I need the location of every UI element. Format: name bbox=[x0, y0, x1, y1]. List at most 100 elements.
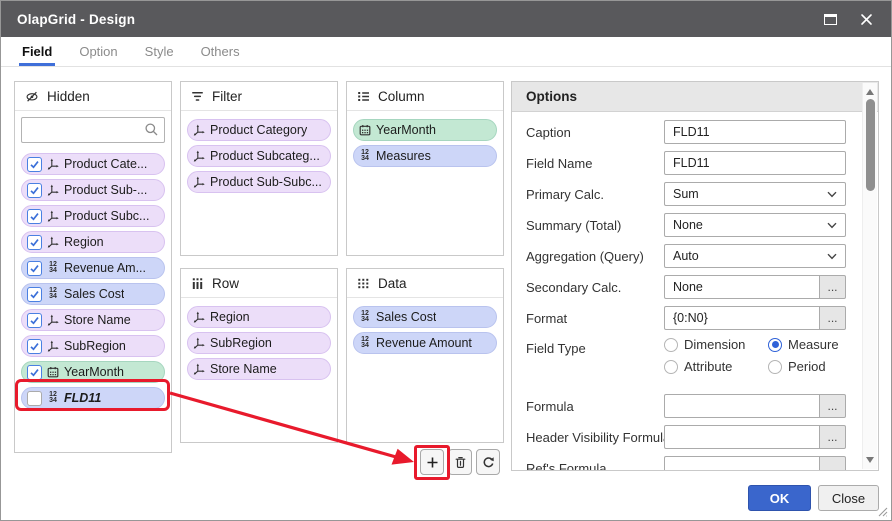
hidden-panel-header: Hidden bbox=[15, 82, 171, 111]
filter-panel-title: Filter bbox=[212, 89, 242, 104]
option-input-field-name[interactable] bbox=[664, 151, 846, 175]
option-input-secondary-calc[interactable] bbox=[664, 275, 820, 299]
option-ellipsis-button-ref-s-formula[interactable]: ... bbox=[819, 456, 846, 471]
option-row-summary-total: Summary (Total)None bbox=[526, 213, 846, 237]
radio-label: Dimension bbox=[684, 337, 745, 352]
hidden-panel: Hidden Product Cate... Product Sub-... Pro… bbox=[14, 81, 172, 453]
option-row-caption: Caption bbox=[526, 120, 846, 144]
refresh-fields-button[interactable] bbox=[476, 449, 500, 475]
field-pill-label: Product Category bbox=[210, 123, 307, 137]
field-checkbox[interactable] bbox=[27, 157, 42, 172]
add-field-button[interactable] bbox=[420, 449, 444, 475]
radio-dimension[interactable]: Dimension bbox=[664, 337, 768, 352]
field-checkbox[interactable] bbox=[27, 391, 42, 406]
field-pill-product-sub[interactable]: Product Sub-... bbox=[21, 179, 165, 201]
option-input-ref-s-formula[interactable] bbox=[664, 456, 820, 471]
scroll-down-icon[interactable] bbox=[866, 457, 874, 463]
option-select-summary-total[interactable]: None bbox=[664, 213, 846, 237]
field-pill-product-sub-subc[interactable]: Product Sub-Subc... bbox=[187, 171, 331, 193]
field-pill-label: Product Subcateg... bbox=[210, 149, 320, 163]
radio-period[interactable]: Period bbox=[768, 359, 839, 374]
option-input-caption[interactable] bbox=[664, 120, 846, 144]
field-pill-region[interactable]: Region bbox=[187, 306, 331, 328]
field-pill-revenue-am[interactable]: 1234Revenue Am... bbox=[21, 257, 165, 279]
dimension-icon bbox=[47, 184, 59, 196]
calendar-icon bbox=[47, 366, 59, 378]
ok-button[interactable]: OK bbox=[748, 485, 811, 511]
options-panel: Options CaptionField NamePrimary Calc.Su… bbox=[511, 81, 879, 471]
field-pill-region[interactable]: Region bbox=[21, 231, 165, 253]
tab-others[interactable]: Others bbox=[201, 37, 240, 66]
radio-label: Attribute bbox=[684, 359, 732, 374]
chevron-down-icon bbox=[827, 222, 837, 229]
maximize-icon bbox=[824, 14, 837, 25]
field-pill-product-subc[interactable]: Product Subc... bbox=[21, 205, 165, 227]
field-checkbox[interactable] bbox=[27, 339, 42, 354]
field-pill-product-cate[interactable]: Product Cate... bbox=[21, 153, 165, 175]
titlebar: OlapGrid - Design bbox=[1, 1, 891, 37]
resize-grip[interactable] bbox=[878, 507, 888, 517]
measure-numbers-icon: 1234 bbox=[359, 150, 371, 163]
option-ellipsis-button-header-visibility-formula[interactable]: ... bbox=[819, 425, 846, 449]
field-pill-label: FLD11 bbox=[64, 391, 101, 405]
field-pill-sales-cost[interactable]: 1234Sales Cost bbox=[21, 283, 165, 305]
option-ellipsis-button-format[interactable]: ... bbox=[819, 306, 846, 330]
option-input-format[interactable] bbox=[664, 306, 820, 330]
field-checkbox[interactable] bbox=[27, 287, 42, 302]
trash-icon bbox=[454, 456, 467, 469]
tab-option[interactable]: Option bbox=[79, 37, 117, 66]
radio-measure[interactable]: Measure bbox=[768, 337, 839, 352]
field-pill-subregion[interactable]: SubRegion bbox=[187, 332, 331, 354]
field-checkbox[interactable] bbox=[27, 209, 42, 224]
option-select-primary-calc[interactable]: Sum bbox=[664, 182, 846, 206]
option-input-header-visibility-formula[interactable] bbox=[664, 425, 820, 449]
data-panel-header: Data bbox=[347, 269, 503, 298]
field-pill-subregion[interactable]: SubRegion bbox=[21, 335, 165, 357]
data-panel-title: Data bbox=[378, 276, 407, 291]
dimension-icon bbox=[193, 311, 205, 323]
row-icon bbox=[191, 277, 204, 290]
field-pill-store-name[interactable]: Store Name bbox=[187, 358, 331, 380]
field-pill-store-name[interactable]: Store Name bbox=[21, 309, 165, 331]
calendar-icon bbox=[359, 124, 371, 136]
field-checkbox[interactable] bbox=[27, 235, 42, 250]
option-label-formula: Formula bbox=[526, 399, 664, 414]
dimension-icon bbox=[47, 236, 59, 248]
scroll-up-icon[interactable] bbox=[866, 89, 874, 95]
field-pill-yearmonth[interactable]: YearMonth bbox=[353, 119, 497, 141]
eye-off-icon bbox=[25, 90, 39, 103]
option-row-ref-s-formula: Ref's Formula... bbox=[526, 456, 846, 471]
tab-style[interactable]: Style bbox=[145, 37, 174, 66]
window-close-button[interactable] bbox=[857, 10, 875, 28]
field-pill-measures[interactable]: 1234Measures bbox=[353, 145, 497, 167]
option-select-value-aggregation-query: Auto bbox=[673, 249, 699, 263]
field-pill-product-subcateg[interactable]: Product Subcateg... bbox=[187, 145, 331, 167]
dimension-icon bbox=[193, 176, 205, 188]
field-pill-yearmonth[interactable]: YearMonth bbox=[21, 361, 165, 383]
field-pill-fld11[interactable]: 1234FLD11 bbox=[21, 387, 165, 409]
close-button[interactable]: Close bbox=[818, 485, 879, 511]
row-panel-header: Row bbox=[181, 269, 337, 298]
field-checkbox[interactable] bbox=[27, 261, 42, 276]
option-ellipsis-button-secondary-calc[interactable]: ... bbox=[819, 275, 846, 299]
field-checkbox[interactable] bbox=[27, 365, 42, 380]
data-panel: Data 1234Sales Cost 1234Revenue Amount bbox=[346, 268, 504, 443]
option-label-secondary-calc: Secondary Calc. bbox=[526, 280, 664, 295]
option-select-aggregation-query[interactable]: Auto bbox=[664, 244, 846, 268]
field-checkbox[interactable] bbox=[27, 183, 42, 198]
field-pill-product-category[interactable]: Product Category bbox=[187, 119, 331, 141]
options-scrollbar[interactable] bbox=[862, 83, 877, 469]
option-label-aggregation-query: Aggregation (Query) bbox=[526, 249, 664, 264]
field-pill-sales-cost[interactable]: 1234Sales Cost bbox=[353, 306, 497, 328]
radio-attribute[interactable]: Attribute bbox=[664, 359, 768, 374]
scrollbar-thumb[interactable] bbox=[866, 99, 875, 191]
field-pill-revenue-amount[interactable]: 1234Revenue Amount bbox=[353, 332, 497, 354]
option-input-formula[interactable] bbox=[664, 394, 820, 418]
tab-field[interactable]: Field bbox=[22, 37, 52, 66]
maximize-button[interactable] bbox=[821, 10, 839, 28]
option-row-primary-calc: Primary Calc.Sum bbox=[526, 182, 846, 206]
delete-field-button[interactable] bbox=[448, 449, 472, 475]
field-checkbox[interactable] bbox=[27, 313, 42, 328]
option-ellipsis-button-formula[interactable]: ... bbox=[819, 394, 846, 418]
dimension-icon bbox=[47, 340, 59, 352]
